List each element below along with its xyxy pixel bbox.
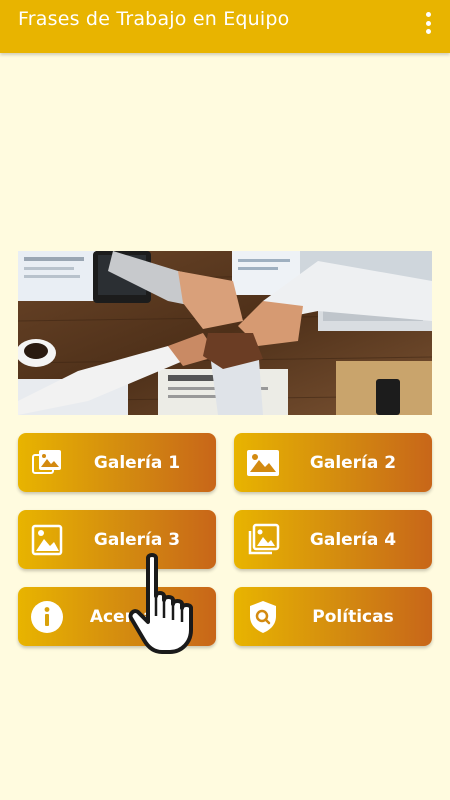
hero-image (18, 251, 432, 415)
gallery-4-label: Galería 4 (309, 529, 397, 550)
app-bar: Frases de Trabajo en Equipo (0, 0, 450, 53)
gallery-1-button[interactable]: Galería 1 (18, 433, 216, 492)
shield-search-icon (246, 600, 280, 634)
gallery-1-label: Galería 1 (93, 452, 181, 473)
image-frame-icon (30, 523, 64, 557)
gallery-2-label: Galería 2 (309, 452, 397, 473)
app-title: Frases de Trabajo en Equipo (18, 8, 290, 30)
more-vert-icon[interactable] (420, 10, 436, 36)
gallery-4-button[interactable]: Galería 4 (234, 510, 432, 569)
about-label: Acerca de (89, 606, 185, 627)
gallery-3-button[interactable]: Galería 3 (18, 510, 216, 569)
policies-label: Políticas (312, 606, 394, 627)
gallery-2-button[interactable]: Galería 2 (234, 433, 432, 492)
gallery-3-label: Galería 3 (93, 529, 181, 550)
image-icon (246, 446, 280, 480)
images-stack-icon (30, 446, 64, 480)
info-icon (30, 600, 64, 634)
about-button[interactable]: Acerca de (18, 587, 216, 646)
policies-button[interactable]: Políticas (234, 587, 432, 646)
images-stack-frame-icon (246, 523, 280, 557)
